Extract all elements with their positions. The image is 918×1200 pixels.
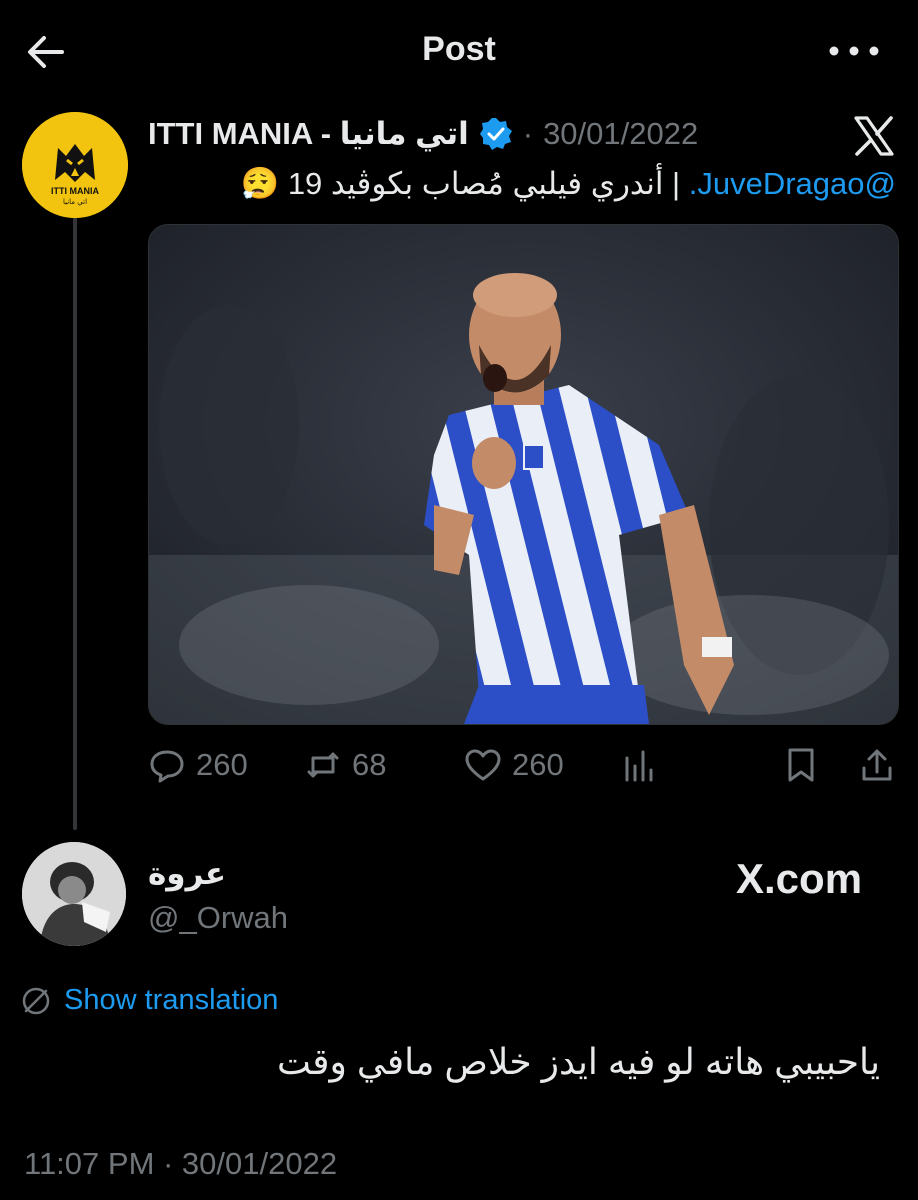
analytics-icon	[625, 750, 653, 782]
verified-badge-icon	[479, 118, 512, 150]
reply-timestamp: 11:07 PM · 30/01/2022	[24, 1146, 338, 1181]
avatar-text: ITTI MANIA	[51, 186, 99, 196]
reply-author-name[interactable]: عروة	[148, 856, 226, 892]
repost-button[interactable]: 68	[304, 740, 386, 790]
reply-author-handle[interactable]: @_Orwah	[148, 900, 288, 936]
football-player-photo	[149, 225, 898, 724]
mention-link[interactable]: @JuveDragao.	[689, 166, 896, 201]
author-name[interactable]: ITTI MANIA - اتي مانيا	[148, 116, 469, 152]
bookmark-button[interactable]	[782, 740, 820, 790]
views-button[interactable]	[620, 740, 658, 790]
repost-count: 68	[352, 747, 387, 782]
author-avatar[interactable]: ITTI MANIA اتي مانيا	[22, 112, 128, 218]
share-button[interactable]	[858, 740, 896, 790]
quoted-post-header: ITTI MANIA - اتي مانيا · 30/01/2022	[148, 112, 698, 156]
page-title: Post	[422, 30, 496, 68]
bookmark-icon	[788, 748, 814, 782]
reply-icon	[150, 750, 184, 783]
post-body: | أندري فيلبي مُصاب بكوڤيد 19 😮‍💨	[240, 166, 689, 201]
quoted-post-text: @JuveDragao. | أندري فيلبي مُصاب بكوڤيد …	[148, 162, 896, 206]
thread-connector-line	[73, 200, 77, 830]
post-photo[interactable]	[148, 224, 899, 725]
share-icon	[862, 749, 892, 781]
avatar-photo	[22, 842, 126, 946]
x-logo-icon	[850, 112, 898, 160]
watermark-text: X.com	[736, 855, 863, 902]
more-button[interactable]	[826, 36, 882, 66]
show-translation-button[interactable]: Show translation	[20, 984, 278, 1017]
more-horizontal-icon	[829, 46, 879, 56]
date-separator: ·	[522, 116, 534, 151]
like-button[interactable]: 260	[464, 740, 564, 790]
show-translation-label: Show translation	[64, 984, 279, 1016]
translate-globe-icon	[22, 987, 50, 1014]
post-action-bar: 260 68 260	[148, 740, 898, 790]
avatar-subtext: اتي مانيا	[63, 198, 87, 206]
post-date: 30/01/2022	[543, 116, 699, 151]
reply-button[interactable]: 260	[148, 740, 248, 790]
x-com-watermark: X.com	[736, 855, 862, 903]
reply-text: ياحبيبي هاته لو فيه ايدز خلاص مافي وقت	[276, 1041, 880, 1082]
itti-mania-logo: ITTI MANIA اتي مانيا	[22, 112, 128, 218]
reply-author-avatar[interactable]	[22, 842, 126, 946]
reply-count: 260	[196, 747, 248, 782]
repost-icon	[307, 752, 339, 778]
like-count: 260	[512, 747, 564, 782]
heart-icon	[465, 749, 501, 781]
